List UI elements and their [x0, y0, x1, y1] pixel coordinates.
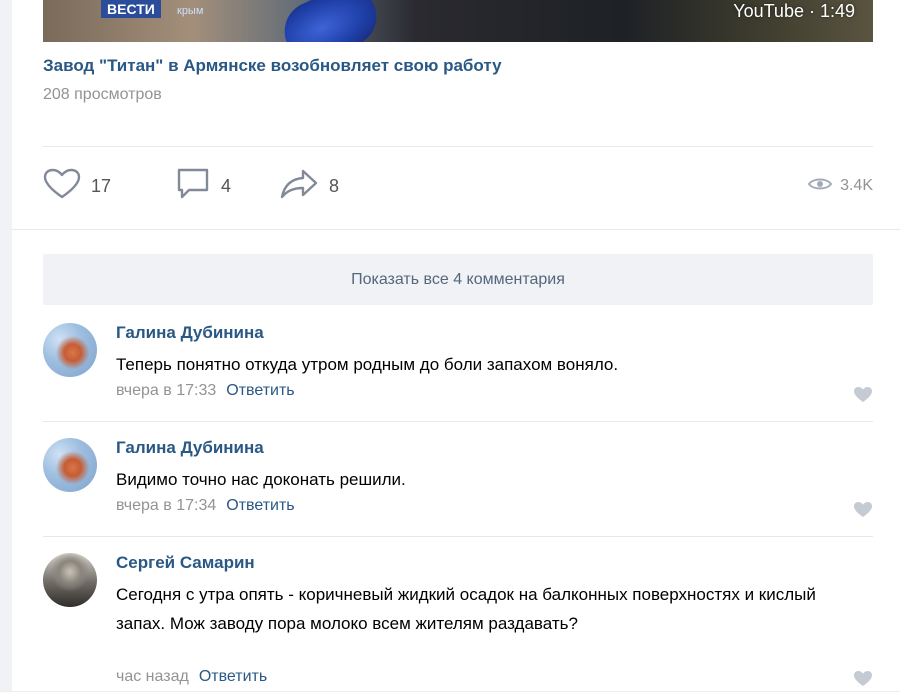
reply-button[interactable]: Ответить — [226, 382, 294, 399]
reply-button[interactable]: Ответить — [226, 497, 294, 514]
heart-icon — [853, 671, 873, 691]
comment-button[interactable]: 4 — [175, 166, 231, 206]
page-gutter — [0, 0, 12, 691]
post-title-link[interactable]: Завод "Титан" в Армянске возобновляет св… — [43, 56, 502, 76]
avatar[interactable] — [43, 323, 97, 377]
avatar[interactable] — [43, 553, 97, 607]
like-button[interactable]: 17 — [43, 166, 111, 206]
comment-meta: час назад Ответить — [116, 668, 267, 686]
divider — [43, 421, 873, 422]
divider — [12, 229, 900, 230]
like-count: 17 — [91, 175, 112, 196]
show-all-comments-button[interactable]: Показать все 4 комментария — [43, 254, 873, 305]
heart-icon — [853, 387, 873, 407]
heart-icon — [853, 502, 873, 522]
divider — [43, 146, 873, 147]
comment-author[interactable]: Галина Дубинина — [116, 323, 264, 343]
channel-sublogo: КРЫМ — [177, 5, 204, 17]
post-card: ВЕСТИ КРЫМ YouTube · 1:49 Завод "Титан" … — [12, 0, 900, 691]
comment-item: Галина Дубинина Теперь понятно откуда ут… — [43, 323, 873, 419]
comment-like-button[interactable] — [853, 386, 873, 408]
divider — [43, 536, 873, 537]
share-button[interactable]: 8 — [279, 166, 339, 206]
comment-like-button[interactable] — [853, 670, 873, 692]
post-actions-bar: 17 4 8 3.4K — [43, 166, 873, 206]
comment-item: Сергей Самарин Сегодня с утра опять - ко… — [43, 553, 873, 691]
video-thumbnail[interactable]: ВЕСТИ КРЫМ YouTube · 1:49 — [43, 0, 873, 42]
comment-author[interactable]: Галина Дубинина — [116, 438, 264, 458]
comment-meta: вчера в 17:34 Ответить — [116, 497, 295, 515]
comment-text: Сегодня с утра опять - коричневый жидкий… — [116, 585, 816, 633]
comment-time[interactable]: вчера в 17:34 — [116, 497, 216, 514]
post-views-text: 208 просмотров — [43, 86, 162, 103]
comment-meta: вчера в 17:33 Ответить — [116, 382, 295, 400]
avatar[interactable] — [43, 438, 97, 492]
channel-logo: ВЕСТИ — [101, 0, 161, 18]
share-icon — [279, 168, 319, 205]
views-counter: 3.4K — [807, 166, 873, 206]
video-duration-badge: YouTube · 1:49 — [733, 1, 855, 21]
comment-item: Галина Дубинина Видимо точно нас доконат… — [43, 438, 873, 534]
comment-count: 4 — [221, 175, 232, 196]
comment-author[interactable]: Сергей Самарин — [116, 553, 255, 573]
comment-like-button[interactable] — [853, 501, 873, 523]
comment-icon — [175, 167, 211, 206]
heart-icon — [43, 168, 81, 205]
comment-text: Видимо точно нас доконать решили. — [116, 470, 406, 489]
share-count: 8 — [329, 175, 340, 196]
comment-text: Теперь понятно откуда утром родным до бо… — [116, 355, 619, 374]
comment-time[interactable]: вчера в 17:33 — [116, 382, 216, 399]
views-count: 3.4K — [840, 177, 873, 194]
comment-time[interactable]: час назад — [116, 668, 189, 685]
reply-button[interactable]: Ответить — [199, 668, 267, 685]
eye-icon — [807, 176, 833, 197]
microphone-image — [274, 0, 387, 42]
